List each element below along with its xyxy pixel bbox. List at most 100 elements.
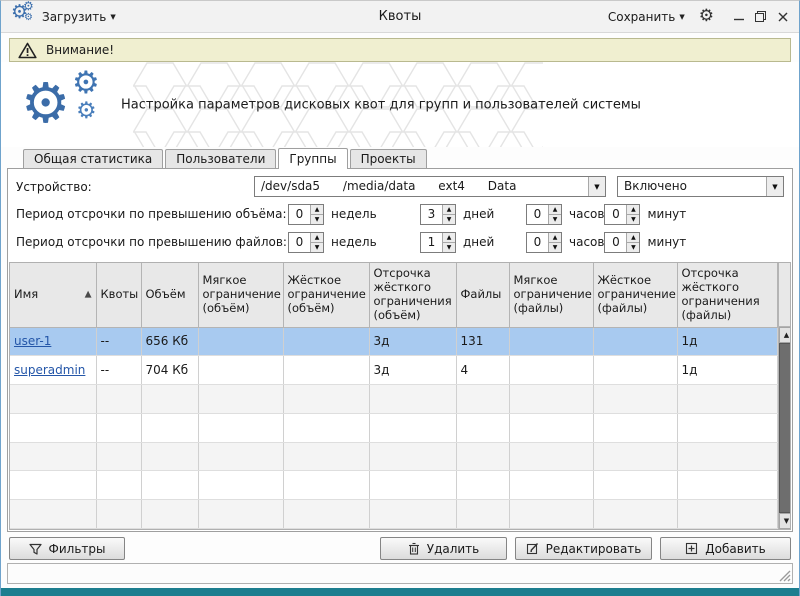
group-link[interactable]: user-1 [14, 334, 51, 348]
table-cell [10, 500, 96, 529]
column-header[interactable]: Объём [141, 263, 198, 327]
spinbox-дней[interactable]: 1▲▼ [420, 232, 456, 253]
table-row-empty [10, 385, 777, 414]
chevron-down-icon[interactable]: ▼ [588, 177, 605, 196]
table-cell [283, 471, 369, 500]
plus-icon [685, 542, 698, 555]
column-header-label: Объём [146, 287, 186, 301]
close-button[interactable] [776, 10, 789, 23]
warning-text: Внимание! [46, 43, 114, 57]
spin-down-icon[interactable]: ▼ [311, 215, 323, 224]
spin-arrows: ▲▼ [310, 233, 323, 252]
column-header[interactable]: Мягкое ограничение (объём) [198, 263, 283, 327]
spin-down-icon[interactable]: ▼ [443, 215, 455, 224]
spinbox-минут[interactable]: 0▲▼ [604, 204, 640, 225]
table-row[interactable]: superadmin--704 Кб3д41д [10, 356, 777, 385]
spin-up-icon[interactable]: ▲ [627, 205, 639, 215]
spin-arrows: ▲▼ [310, 205, 323, 224]
grace-period-row: Период отсрочки по превышению объёма:0▲▼… [8, 200, 792, 228]
grace-field-дней: 1▲▼ дней [420, 232, 526, 253]
column-header[interactable]: Отсрочка жёсткого ограничения (объём) [369, 263, 456, 327]
unit-label: часов [569, 207, 604, 221]
spin-arrows: ▲▼ [626, 205, 639, 224]
quota-status-value: Включено [618, 177, 766, 196]
table-cell [10, 385, 96, 414]
spin-down-icon[interactable]: ▼ [311, 243, 323, 252]
spin-down-icon[interactable]: ▼ [549, 215, 561, 224]
column-header-label: Мягкое ограничение (объём) [203, 273, 281, 315]
warning-banner: Внимание! [9, 38, 791, 62]
device-select[interactable]: /dev/sda5 /media/data ext4 Data ▼ [254, 176, 606, 197]
device-row: Устройство: /dev/sda5 /media/data ext4 D… [8, 173, 792, 200]
add-button[interactable]: Добавить [660, 537, 791, 560]
table-cell [369, 442, 456, 471]
tab-Пользователи[interactable]: Пользователи [165, 149, 276, 168]
scroll-down-icon[interactable]: ▼ [779, 513, 792, 529]
column-header[interactable]: Квоты [96, 263, 141, 327]
resize-grip[interactable] [777, 568, 791, 582]
column-header[interactable]: Файлы [456, 263, 509, 327]
quota-status-select[interactable]: Включено ▼ [617, 176, 784, 197]
spin-value: 0 [605, 205, 626, 224]
spin-down-icon[interactable]: ▼ [627, 215, 639, 224]
table-cell [509, 442, 593, 471]
action-buttons: Фильтры Удалить Редактировать [9, 537, 791, 560]
grace-label: Период отсрочки по превышению файлов: [16, 235, 288, 249]
table-cell [509, 413, 593, 442]
unit-label: дней [463, 235, 494, 249]
column-header[interactable]: Жёсткое ограничение (файлы) [593, 263, 677, 327]
spin-up-icon[interactable]: ▲ [549, 205, 561, 215]
tab-Проекты[interactable]: Проекты [350, 149, 427, 168]
table-cell [283, 385, 369, 414]
spinbox-часов[interactable]: 0▲▼ [526, 204, 562, 225]
table-cell [509, 385, 593, 414]
settings-gear-icon[interactable]: ⚙ [699, 8, 714, 25]
chevron-down-icon: ▼ [679, 13, 684, 21]
grace-field-недель: 0▲▼недель [288, 204, 420, 225]
grace-field-минут: 0▲▼минут [604, 232, 686, 253]
spin-up-icon[interactable]: ▲ [443, 233, 455, 243]
scroll-up-icon[interactable]: ▲ [779, 327, 792, 343]
spin-up-icon[interactable]: ▲ [627, 233, 639, 243]
delete-button[interactable]: Удалить [380, 537, 507, 560]
spin-up-icon[interactable]: ▲ [311, 205, 323, 215]
save-menu[interactable]: Сохранить ▼ [608, 10, 685, 24]
tab-Общая статистика[interactable]: Общая статистика [23, 149, 163, 168]
column-header[interactable]: Жёсткое ограничение (объём) [283, 263, 369, 327]
table-cell: -- [96, 327, 141, 356]
table-cell [593, 356, 677, 385]
spin-up-icon[interactable]: ▲ [549, 233, 561, 243]
grace-label: Период отсрочки по превышению объёма: [16, 207, 288, 221]
minimize-button[interactable] [732, 10, 745, 23]
spin-up-icon[interactable]: ▲ [443, 205, 455, 215]
vertical-scrollbar[interactable]: ▲ ▼ [778, 263, 792, 529]
column-header[interactable]: Отсрочка жёсткого ограничения (файлы) [677, 263, 777, 327]
grace-field-часов: 0▲▼часов [526, 232, 604, 253]
unit-label: минут [647, 207, 686, 221]
table-cell: 1д [677, 356, 777, 385]
spinbox-минут[interactable]: 0▲▼ [604, 232, 640, 253]
spinbox-недель[interactable]: 0▲▼ [288, 232, 324, 253]
scrollbar-thumb[interactable] [779, 343, 792, 513]
edit-button[interactable]: Редактировать [515, 537, 652, 560]
spinbox-дней[interactable]: 3▲▼ [420, 204, 456, 225]
filters-button[interactable]: Фильтры [9, 537, 125, 560]
table-cell [456, 385, 509, 414]
tab-Группы[interactable]: Группы [278, 148, 347, 169]
column-header[interactable]: Мягкое ограничение (файлы) [509, 263, 593, 327]
table-row[interactable]: user-1--656 Кб3д1311д [10, 327, 777, 356]
spin-up-icon[interactable]: ▲ [311, 233, 323, 243]
spin-down-icon[interactable]: ▼ [549, 243, 561, 252]
maximize-button[interactable] [754, 10, 767, 23]
group-link[interactable]: superadmin [14, 363, 85, 377]
table-cell [677, 471, 777, 500]
column-header[interactable]: Имя▲ [10, 263, 96, 327]
chevron-down-icon[interactable]: ▼ [766, 177, 783, 196]
spinbox-недель[interactable]: 0▲▼ [288, 204, 324, 225]
table-cell [198, 442, 283, 471]
table-cell [509, 327, 593, 356]
spin-down-icon[interactable]: ▼ [443, 243, 455, 252]
spinbox-часов[interactable]: 0▲▼ [526, 232, 562, 253]
load-menu[interactable]: Загрузить ▼ [42, 10, 116, 24]
spin-down-icon[interactable]: ▼ [627, 243, 639, 252]
